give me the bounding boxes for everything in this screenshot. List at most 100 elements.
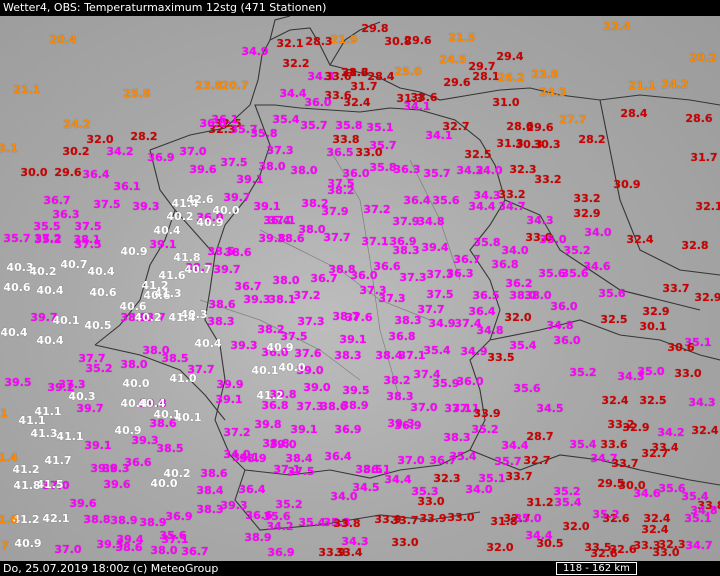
station-value: 32.0 bbox=[504, 311, 532, 324]
station-value: 33.8 bbox=[332, 133, 360, 146]
station-value: 31.2 bbox=[526, 496, 554, 509]
station-value: 38.9 bbox=[139, 516, 167, 529]
station-value: 40.4 bbox=[36, 284, 64, 297]
station-value: 40.4 bbox=[194, 337, 222, 350]
station-value: 38.6 bbox=[115, 541, 143, 554]
station-value: 40.1 bbox=[52, 314, 80, 327]
station-value: 36.0 bbox=[350, 269, 378, 282]
station-value: 24.5 bbox=[439, 53, 467, 66]
station-value: 33.7 bbox=[391, 514, 419, 527]
station-value: 35.0 bbox=[637, 365, 665, 378]
station-value: 37.9 bbox=[321, 205, 349, 218]
station-value: 38.9 bbox=[341, 399, 369, 412]
station-value: 32.3 bbox=[509, 163, 537, 176]
station-value: 38.8 bbox=[262, 437, 290, 450]
station-value: 37.0 bbox=[397, 454, 425, 467]
station-value: 38.5 bbox=[156, 442, 184, 455]
station-value: 30.9 bbox=[613, 178, 641, 191]
station-value: 28.2 bbox=[578, 133, 606, 146]
station-value: 24.3 bbox=[539, 86, 567, 99]
temperature-map: Wetter4, OBS: Temperaturmaximum 12stg (4… bbox=[0, 0, 720, 576]
station-value: 34.4 bbox=[468, 200, 496, 213]
station-value: 39.7 bbox=[76, 402, 104, 415]
station-value: 37.0 bbox=[54, 543, 82, 556]
station-value: 35.1 bbox=[366, 121, 394, 134]
station-value: 38.2 bbox=[327, 184, 355, 197]
station-value: 35.7 bbox=[3, 232, 31, 245]
station-value: 34.0 bbox=[501, 244, 529, 257]
station-value: 38.8 bbox=[83, 513, 111, 526]
station-value: 40.3 bbox=[68, 390, 96, 403]
station-value: 37.5 bbox=[74, 220, 102, 233]
station-value: 39.0 bbox=[303, 381, 331, 394]
station-value: 35.1 bbox=[684, 512, 712, 525]
station-value: 41.2 bbox=[12, 463, 40, 476]
station-value: 36.4 bbox=[82, 168, 110, 181]
station-value: 38.9 bbox=[244, 531, 272, 544]
station-value: 33.2 bbox=[534, 173, 562, 186]
station-value: 34.1 bbox=[425, 129, 453, 142]
station-value: 35.4 bbox=[423, 344, 451, 357]
station-value: 34.7 bbox=[685, 539, 713, 552]
station-value: 36.5 bbox=[472, 289, 500, 302]
station-value: 1.6 bbox=[0, 513, 18, 526]
station-value: 33.0 bbox=[355, 146, 383, 159]
station-value: 32.4 bbox=[601, 394, 629, 407]
station-value: 32.5 bbox=[600, 313, 628, 326]
station-value: 36.0 bbox=[550, 300, 578, 313]
station-value: 39.3 bbox=[132, 200, 160, 213]
station-value: 35.0 bbox=[514, 512, 542, 525]
station-value: 34.4 bbox=[279, 87, 307, 100]
station-value: 20.4 bbox=[49, 33, 77, 46]
station-value: 40.4 bbox=[0, 326, 28, 339]
station-value: 41.1 bbox=[18, 414, 46, 427]
station-value: 32.9 bbox=[573, 207, 601, 220]
station-value: 31.7 bbox=[690, 151, 718, 164]
station-value: 39.1 bbox=[149, 238, 177, 251]
station-value: 38.9 bbox=[239, 452, 267, 465]
station-value: 37.2 bbox=[293, 289, 321, 302]
station-value: 20.2 bbox=[689, 51, 717, 64]
station-value: 30.5 bbox=[536, 537, 564, 550]
station-value: 34.3 bbox=[688, 396, 716, 409]
station-value: 28.7 bbox=[526, 430, 554, 443]
station-value: 33.2 bbox=[573, 192, 601, 205]
station-value: 36.9 bbox=[334, 423, 362, 436]
station-value: 40.9 bbox=[14, 537, 42, 550]
station-value: 28.6 bbox=[685, 112, 713, 125]
station-value: 26.2 bbox=[497, 71, 525, 84]
station-value: 32.7 bbox=[641, 447, 669, 460]
station-value: 34.3 bbox=[526, 214, 554, 227]
station-value: 40.5 bbox=[84, 319, 112, 332]
station-value: 32.4 bbox=[343, 96, 371, 109]
station-value: 24.2 bbox=[661, 78, 689, 91]
station-value: 36.9 bbox=[165, 510, 193, 523]
station-value: 35.2 bbox=[471, 423, 499, 436]
station-value: 21.9 bbox=[330, 33, 358, 46]
station-value: 38.3 bbox=[392, 244, 420, 257]
station-value: 32.5 bbox=[464, 148, 492, 161]
station-value: 41.3 bbox=[30, 427, 58, 440]
station-value: 28.3 bbox=[305, 35, 333, 48]
station-value: 34.2 bbox=[106, 145, 134, 158]
station-value: 36.9 bbox=[394, 419, 422, 432]
station-value: 35.4 bbox=[449, 450, 477, 463]
station-value: 28.1 bbox=[472, 70, 500, 83]
station-value: 29.4 bbox=[496, 50, 524, 63]
station-value: 34.0 bbox=[584, 226, 612, 239]
station-value: 40.2 bbox=[134, 311, 162, 324]
station-value: 33.0 bbox=[652, 546, 680, 559]
station-value: 38.9 bbox=[110, 514, 138, 527]
station-value: 40.6 bbox=[3, 281, 31, 294]
station-value: 38.3 bbox=[334, 349, 362, 362]
station-value: 35.6 bbox=[432, 194, 460, 207]
station-value: 37.2 bbox=[363, 203, 391, 216]
station-value: 32.8 bbox=[681, 239, 709, 252]
station-value: 41.7 bbox=[44, 454, 72, 467]
station-value: 36.7 bbox=[453, 253, 481, 266]
station-value: 29.8 bbox=[361, 22, 389, 35]
station-value: 33.0 bbox=[674, 367, 702, 380]
station-value: 32.4 bbox=[691, 424, 719, 437]
station-value: 34.2 bbox=[657, 426, 685, 439]
station-value: 1 bbox=[0, 407, 8, 420]
